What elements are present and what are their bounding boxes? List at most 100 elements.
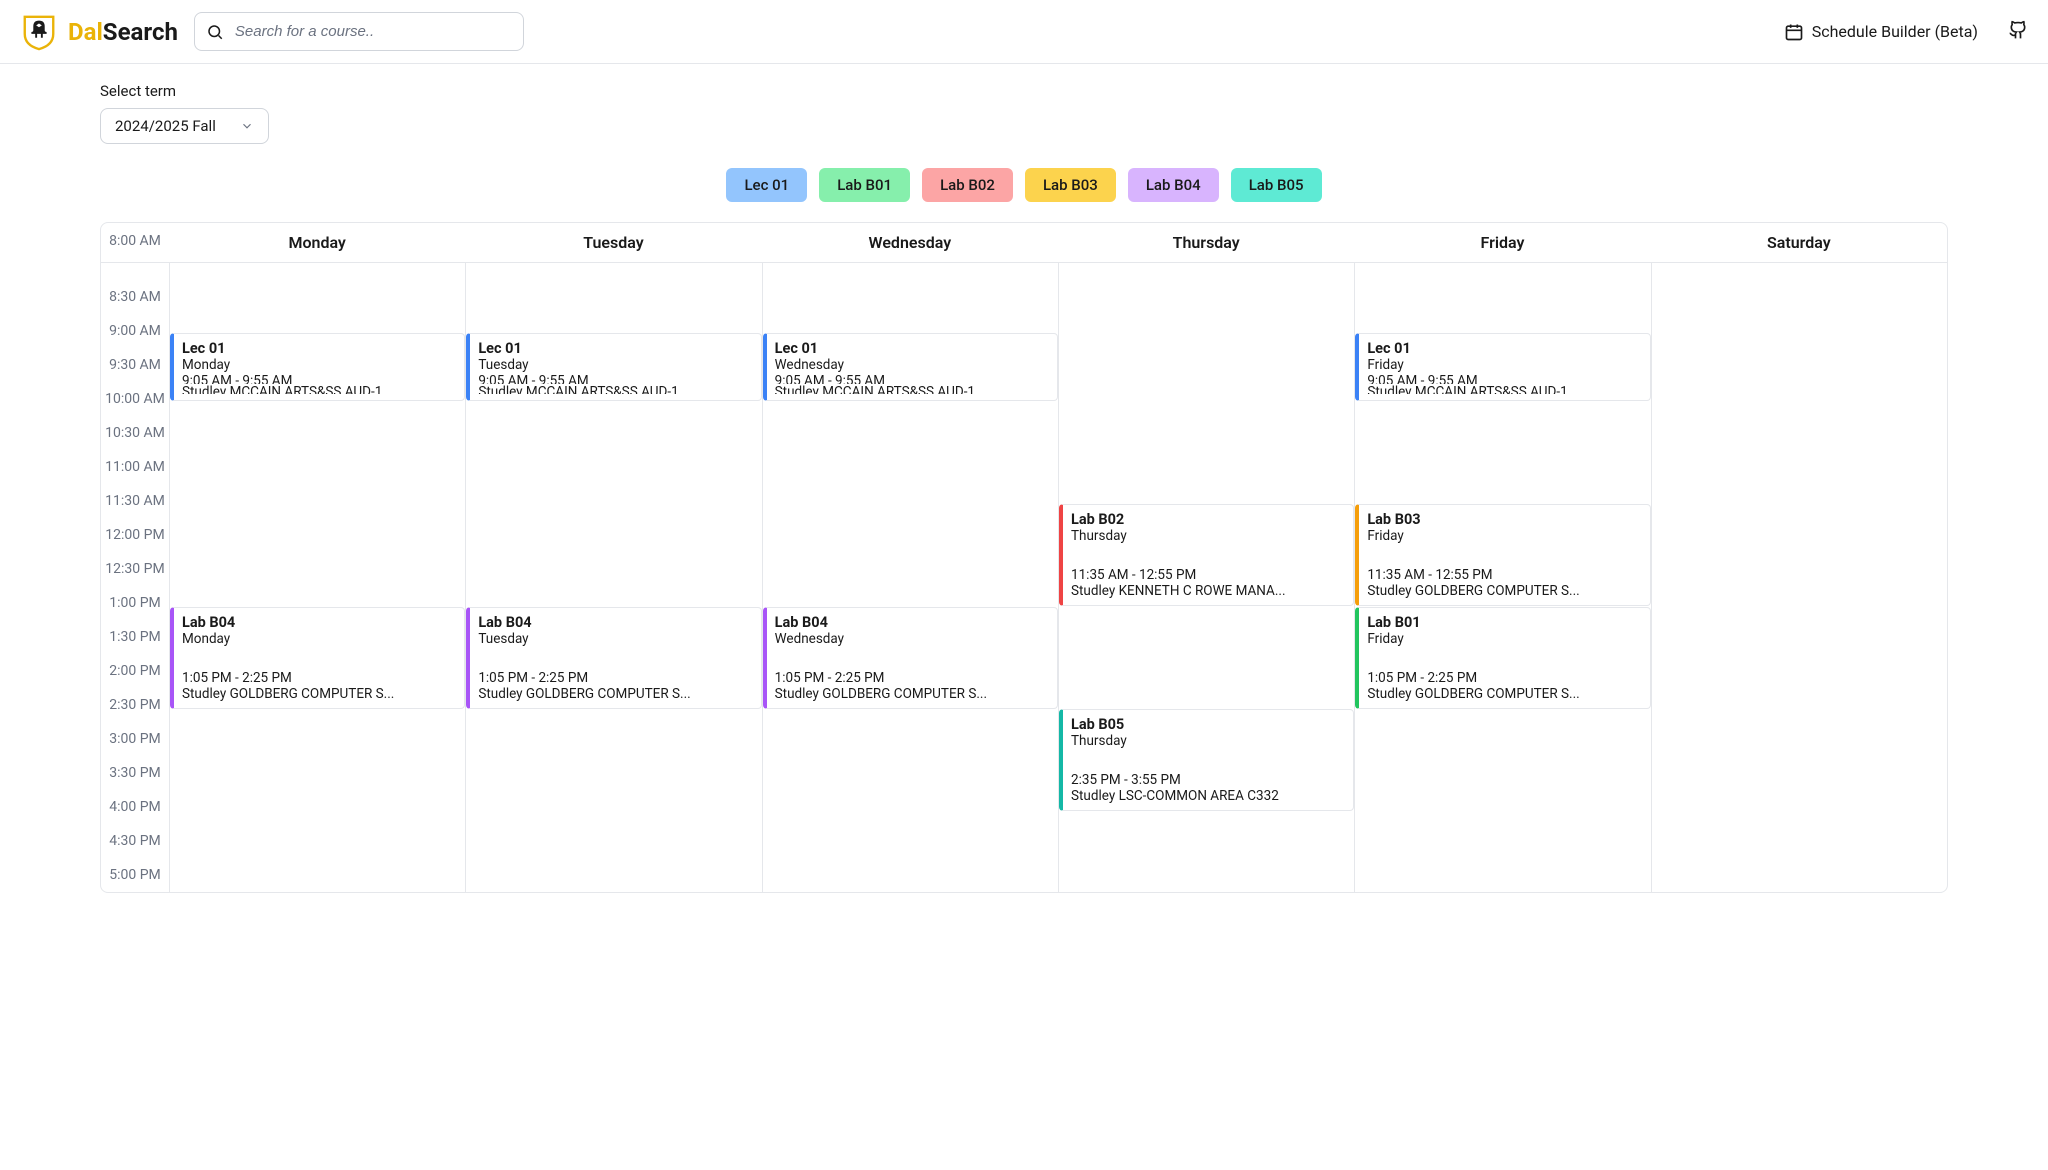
time-label: 8:30 AM [101, 280, 169, 314]
time-label: 10:00 AM [101, 382, 169, 416]
time-label: 2:00 PM [101, 654, 169, 688]
main: Select term 2024/2025 Fall Lec 01 Lab B01… [0, 64, 2048, 911]
github-link[interactable] [2008, 20, 2028, 44]
event-day: Thursday [1071, 528, 1345, 544]
time-label: 1:00 PM [101, 586, 169, 620]
time-label: 5:00 PM [101, 858, 169, 892]
section-pill[interactable]: Lab B03 [1025, 168, 1116, 202]
day-header: Thursday [1058, 223, 1354, 262]
time-label: 9:00 AM [101, 314, 169, 348]
event-title: Lec 01 [478, 340, 752, 357]
day-header: Saturday [1651, 223, 1947, 262]
term-value: 2024/2025 Fall [115, 117, 216, 135]
event-time: 9:05 AM - 9:55 AM [1367, 373, 1641, 384]
calendar-icon [1784, 22, 1804, 42]
schedule-builder-link[interactable]: Schedule Builder (Beta) [1784, 22, 1978, 42]
event-location: Studley GOLDBERG COMPUTER S... [1367, 686, 1641, 702]
event-day: Friday [1367, 631, 1641, 647]
event-title: Lec 01 [775, 340, 1049, 357]
day-header: Monday [169, 223, 465, 262]
event-day: Friday [1367, 528, 1641, 544]
event-location: Studley LSC-COMMON AREA C332 [1071, 788, 1345, 804]
event-title: Lab B04 [182, 614, 456, 631]
event-title: Lab B05 [1071, 716, 1345, 733]
event-day: Monday [182, 631, 456, 647]
grid-columns: Lec 01Monday9:05 AM - 9:55 AMStudley MCC… [169, 263, 1947, 892]
time-label: 4:30 PM [101, 824, 169, 858]
section-pills: Lec 01 Lab B01 Lab B02 Lab B03 Lab B04 Lab B0… [100, 168, 1948, 202]
term-label: Select term [100, 82, 1948, 100]
event-location: Studley GOLDBERG COMPUTER S... [478, 686, 752, 702]
chevron-down-icon [240, 119, 254, 133]
event-title: Lec 01 [1367, 340, 1641, 357]
time-header: 8:00 AM [101, 223, 169, 262]
time-column: 8:30 AM9:00 AM9:30 AM10:00 AM10:30 AM 11:… [101, 263, 169, 892]
calendar-event[interactable]: Lec 01Monday9:05 AM - 9:55 AMStudley MCC… [170, 333, 465, 401]
calendar-event[interactable]: Lab B04Wednesday1:05 PM - 2:25 PMStudley… [763, 607, 1058, 709]
term-select[interactable]: 2024/2025 Fall [100, 108, 269, 144]
event-location: Studley MCCAIN ARTS&SS AUD-1 [182, 384, 456, 395]
event-time: 1:05 PM - 2:25 PM [775, 670, 1049, 686]
event-location: Studley MCCAIN ARTS&SS AUD-1 [478, 384, 752, 395]
calendar-event[interactable]: Lec 01Tuesday9:05 AM - 9:55 AMStudley MC… [466, 333, 761, 401]
event-title: Lab B04 [478, 614, 752, 631]
day-column: Lab B02Thursday11:35 AM - 12:55 PMStudle… [1058, 263, 1354, 892]
search-input[interactable] [194, 12, 524, 51]
event-title: Lab B02 [1071, 511, 1345, 528]
calendar-event[interactable]: Lab B02Thursday 11:35 AM - 12:55 PMStudle… [1059, 504, 1354, 606]
event-location: Studley MCCAIN ARTS&SS AUD-1 [1367, 384, 1641, 395]
calendar-event[interactable]: Lec 01Friday9:05 AM - 9:55 AMStudley MCC… [1355, 333, 1650, 401]
time-label: 2:30 PM [101, 688, 169, 722]
header: DalSearch Schedule Builder (Beta) [0, 0, 2048, 64]
time-label: 4:00 PM [101, 790, 169, 824]
time-label: 9:30 AM [101, 348, 169, 382]
section-pill[interactable]: Lab B04 [1128, 168, 1219, 202]
day-header: Wednesday [762, 223, 1058, 262]
section-pill[interactable]: Lec 01 [726, 168, 807, 202]
event-title: Lec 01 [182, 340, 456, 357]
calendar-body: 8:30 AM9:00 AM9:30 AM10:00 AM10:30 AM 11:… [101, 263, 1947, 892]
calendar-event[interactable]: Lab B03Friday 11:35 AM - 12:55 PMStudley … [1355, 504, 1650, 606]
time-label: 12:30 PM [101, 552, 169, 586]
time-label: 3:00 PM [101, 722, 169, 756]
event-day: Tuesday [478, 357, 752, 373]
calendar-event[interactable]: Lab B01Friday 1:05 PM - 2:25 PMStudley GO… [1355, 607, 1650, 709]
event-title: Lab B03 [1367, 511, 1641, 528]
term-selector: Select term 2024/2025 Fall [100, 82, 1948, 144]
day-column: Lec 01Wednesday9:05 AM - 9:55 AMStudley … [762, 263, 1058, 892]
calendar-event[interactable]: Lab B05Thursday2:35 PM - 3:55 PMStudley … [1059, 709, 1354, 811]
section-pill[interactable]: Lab B02 [922, 168, 1013, 202]
calendar: 8:00 AM MondayTuesdayWednesdayThursdayFr… [100, 222, 1948, 893]
calendar-header: 8:00 AM MondayTuesdayWednesdayThursdayFr… [101, 223, 1947, 263]
time-label: 10:30 AM [101, 416, 169, 450]
section-pill[interactable]: Lab B01 [819, 168, 910, 202]
calendar-event[interactable]: Lab B04Monday1:05 PM - 2:25 PMStudley GO… [170, 607, 465, 709]
logo-text: DalSearch [68, 18, 178, 46]
time-label: 11:30 AM [101, 484, 169, 518]
event-title: Lab B04 [775, 614, 1049, 631]
event-day: Tuesday [478, 631, 752, 647]
section-pill[interactable]: Lab B05 [1231, 168, 1322, 202]
day-column: Lec 01Monday9:05 AM - 9:55 AMStudley MCC… [169, 263, 465, 892]
schedule-builder-label: Schedule Builder (Beta) [1812, 22, 1978, 41]
day-header: Tuesday [465, 223, 761, 262]
event-location: Studley GOLDBERG COMPUTER S... [182, 686, 456, 702]
logo[interactable]: DalSearch [20, 13, 178, 51]
time-label: 12:00 PM [101, 518, 169, 552]
event-title: Lab B01 [1367, 614, 1641, 631]
event-location: Studley GOLDBERG COMPUTER S... [1367, 583, 1641, 599]
calendar-event[interactable]: Lec 01Wednesday9:05 AM - 9:55 AMStudley … [763, 333, 1058, 401]
time-label: 3:30 PM [101, 756, 169, 790]
calendar-event[interactable]: Lab B04Tuesday 1:05 PM - 2:25 PMStudley G… [466, 607, 761, 709]
event-time: 11:35 AM - 12:55 PM [1367, 567, 1641, 583]
search-wrap [194, 12, 524, 51]
event-day: Monday [182, 357, 456, 373]
event-time: 1:05 PM - 2:25 PM [478, 670, 752, 686]
event-time: 9:05 AM - 9:55 AM [182, 373, 456, 384]
event-time: 1:05 PM - 2:25 PM [1367, 670, 1641, 686]
event-time: 11:35 AM - 12:55 PM [1071, 567, 1345, 583]
event-day: Wednesday [775, 357, 1049, 373]
event-location: Studley KENNETH C ROWE MANA... [1071, 583, 1345, 599]
day-column: Lec 01Tuesday9:05 AM - 9:55 AMStudley MC… [465, 263, 761, 892]
time-label: 1:30 PM [101, 620, 169, 654]
